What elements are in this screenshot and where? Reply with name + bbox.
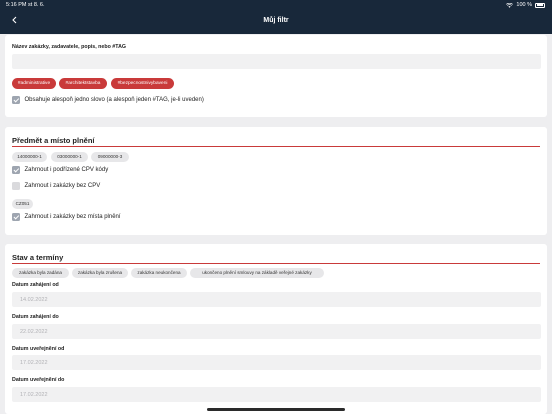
- home-indicator: [207, 408, 345, 411]
- state-chip[interactable]: zakázka byla zadána: [12, 268, 69, 278]
- start-date-to-input[interactable]: 22.02.2022: [12, 324, 541, 339]
- checkbox-empty-icon: [12, 182, 20, 190]
- state-chip[interactable]: zakázka neukončena: [131, 268, 187, 278]
- publish-date-from-input[interactable]: 17.02.2022: [12, 355, 541, 370]
- section-divider: [12, 146, 540, 147]
- search-card: Název zakázky, zadavatele, popis, nebo #…: [5, 35, 547, 117]
- tag-chip[interactable]: #administrative: [12, 78, 56, 89]
- contains-any-word-label: Obsahuje alespoň jedno slovo (a alespoň …: [24, 96, 204, 103]
- include-no-place-checkbox[interactable]: Zahrnout i zakázky bez místa plnění: [12, 213, 121, 221]
- date-value: 17.02.2022: [20, 391, 48, 398]
- section-title-subject: Předmět a místo plnění: [12, 136, 95, 145]
- cpv-chip[interactable]: 09000000-3: [91, 152, 129, 162]
- publish-date-to-input[interactable]: 17.02.2022: [12, 387, 541, 402]
- search-input[interactable]: [12, 54, 541, 69]
- date-label: Datum zahájení do: [12, 314, 59, 320]
- start-date-from-input[interactable]: 14.02.2022: [12, 292, 541, 307]
- section-divider: [12, 263, 540, 264]
- battery-icon: [535, 2, 545, 8]
- status-date-text: st 8. 6.: [28, 2, 45, 8]
- section-title-status: Stav a termíny: [12, 253, 64, 262]
- date-value: 17.02.2022: [20, 359, 48, 366]
- include-sub-cpv-checkbox[interactable]: Zahrnout i podřízené CPV kódy: [12, 166, 108, 174]
- cpv-chip[interactable]: 03000000-1: [51, 152, 88, 162]
- date-label: Datum uveřejnění od: [12, 346, 65, 352]
- status-card: Stav a termíny zakázka byla zadána zakáz…: [5, 244, 547, 414]
- status-indicators: 100 %: [506, 2, 545, 8]
- check-icon: [12, 166, 20, 174]
- include-no-cpv-checkbox[interactable]: Zahrnout i zakázky bez CPV: [12, 182, 100, 190]
- include-sub-cpv-label: Zahrnout i podřízené CPV kódy: [24, 166, 109, 173]
- battery-text: 100 %: [516, 2, 532, 8]
- state-chip[interactable]: zakázka byla zrušena: [72, 268, 128, 278]
- state-chip[interactable]: ukončeno plnění smlouvy na základě veřej…: [190, 268, 324, 278]
- status-time-text: 5:16 PM: [6, 2, 27, 8]
- page-title: Můj filtr: [263, 17, 289, 24]
- status-time: 5:16 PM st 8. 6.: [6, 2, 45, 8]
- region-chip[interactable]: CZ051: [12, 199, 33, 209]
- tag-chip[interactable]: #bezpecnostnivybaveni: [111, 78, 174, 89]
- check-icon: [12, 213, 20, 221]
- wifi-icon: [506, 2, 514, 8]
- top-bar: 5:16 PM st 8. 6. 100 % Můj filtr: [0, 0, 552, 34]
- include-no-cpv-label: Zahrnout i zakázky bez CPV: [24, 182, 101, 189]
- date-value: 22.02.2022: [20, 328, 48, 335]
- date-value: 14.02.2022: [20, 296, 48, 303]
- date-label: Datum uveřejnění do: [12, 377, 65, 383]
- subject-card: Předmět a místo plnění 14000000-1 030000…: [5, 127, 547, 235]
- cpv-chip[interactable]: 14000000-1: [12, 152, 47, 162]
- tag-chip[interactable]: #architektstavba: [59, 78, 107, 89]
- include-no-place-label: Zahrnout i zakázky bez místa plnění: [24, 213, 121, 220]
- check-icon: [12, 96, 20, 104]
- search-label: Název zakázky, zadavatele, popis, nebo #…: [12, 44, 127, 50]
- date-label: Datum zahájení od: [12, 282, 59, 288]
- contains-any-word-checkbox[interactable]: Obsahuje alespoň jedno slovo (a alespoň …: [12, 96, 204, 104]
